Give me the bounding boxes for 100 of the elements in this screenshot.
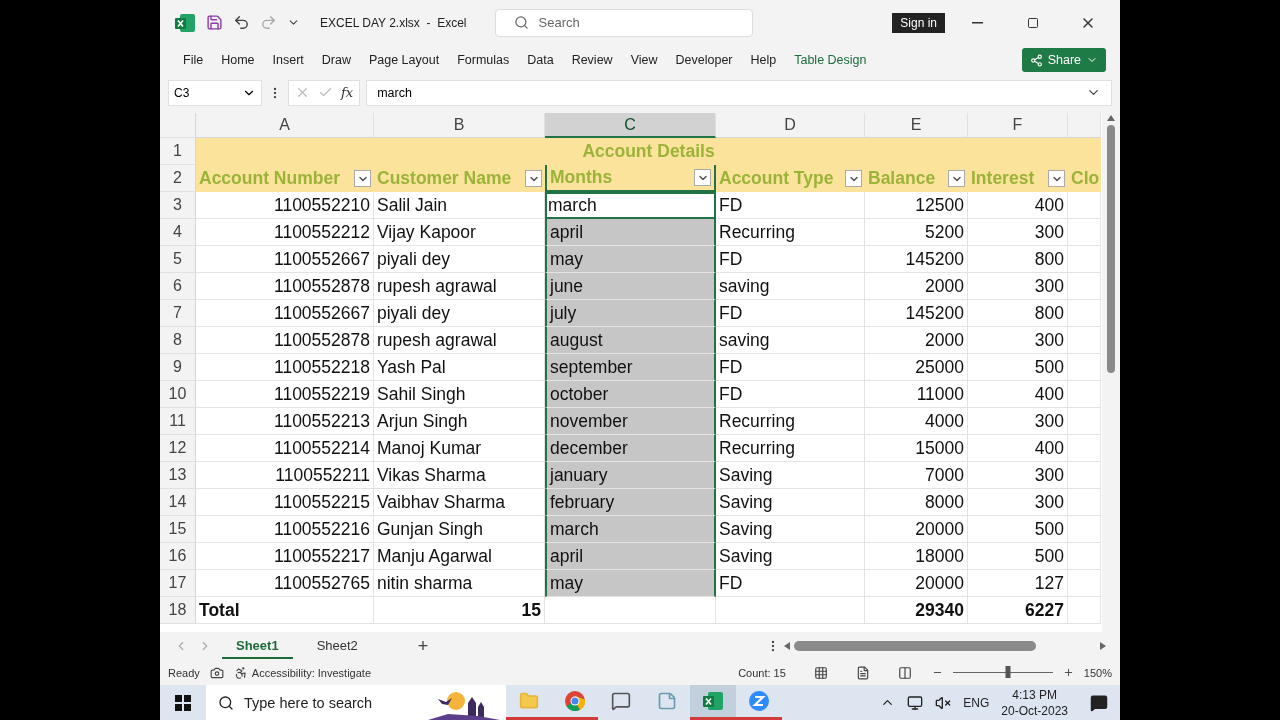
column-header[interactable]: F <box>968 113 1068 138</box>
table-cell: 500 <box>968 354 1068 381</box>
row-header[interactable]: 14 <box>160 489 196 516</box>
row-header[interactable]: 10 <box>160 381 196 408</box>
scroll-left-icon[interactable] <box>784 642 790 650</box>
row-header[interactable]: 6 <box>160 273 196 300</box>
filter-button[interactable] <box>525 170 542 187</box>
table-cell: 300 <box>968 489 1068 516</box>
ribbon-tab[interactable]: Formulas <box>448 49 519 71</box>
row-header[interactable]: 18 <box>160 597 196 624</box>
formula-field[interactable]: march <box>366 79 1112 106</box>
row-header[interactable]: 7 <box>160 300 196 327</box>
row-header[interactable]: 1 <box>160 138 196 165</box>
row-header[interactable]: 15 <box>160 516 196 543</box>
filter-button[interactable] <box>948 170 965 187</box>
table-cell: 12500 <box>865 192 968 219</box>
row-header[interactable]: 16 <box>160 543 196 570</box>
name-box[interactable]: C3 <box>168 79 262 106</box>
zoom-slider-thumb[interactable] <box>1005 666 1011 678</box>
column-header[interactable]: C <box>545 113 716 138</box>
add-sheet-button[interactable]: + <box>409 635 437 657</box>
filter-button[interactable] <box>1048 170 1065 187</box>
column-header[interactable]: E <box>865 113 968 138</box>
table-cell: 127 <box>968 570 1068 597</box>
table-cell: Yash Pal <box>374 354 545 381</box>
sheet-tab[interactable]: Sheet1 <box>222 633 293 659</box>
language-indicator[interactable]: ENG <box>963 695 990 710</box>
search-field[interactable]: Search <box>494 8 753 37</box>
filter-button[interactable] <box>354 170 371 187</box>
row-header[interactable]: 17 <box>160 570 196 597</box>
row-header[interactable]: 12 <box>160 435 196 462</box>
taskbar-search-field[interactable]: Type here to search <box>206 685 506 720</box>
scrollbar-thumb[interactable] <box>794 641 1036 651</box>
accessibility-status[interactable]: Accessibility: Investigate <box>251 666 371 679</box>
row-header[interactable]: 11 <box>160 408 196 435</box>
filter-button[interactable] <box>694 169 711 186</box>
save-icon[interactable] <box>206 14 223 31</box>
table-cell: 1100552213 <box>196 408 374 435</box>
scroll-up-icon[interactable] <box>1107 115 1115 121</box>
notifications-icon[interactable] <box>1090 693 1108 712</box>
page-break-icon[interactable] <box>897 665 912 680</box>
table-cell: 1100552667 <box>196 246 374 273</box>
table-cell: saving <box>716 273 865 300</box>
row-header[interactable]: 9 <box>160 354 196 381</box>
column-heading: Customer Name <box>374 165 545 192</box>
table-cell: 2000 <box>865 327 968 354</box>
table-title: Account Details <box>196 138 1101 165</box>
ribbon-tab[interactable]: Table Design <box>785 49 876 71</box>
row-header[interactable]: 4 <box>160 219 196 246</box>
table-cell: 1100552214 <box>196 435 374 462</box>
row-header[interactable]: 3 <box>160 192 196 219</box>
ribbon-tab[interactable]: Help <box>741 49 786 71</box>
row-header[interactable]: 13 <box>160 462 196 489</box>
row-header[interactable]: 8 <box>160 327 196 354</box>
insert-function-button[interactable]: fx <box>341 85 354 100</box>
taskbar-app[interactable] <box>690 685 736 720</box>
column-heading: Interest <box>968 165 1068 192</box>
table-cell: 1100552218 <box>196 354 374 381</box>
table-cell: nitin sharma <box>374 570 545 597</box>
zoom-level[interactable]: 150% <box>1083 666 1112 679</box>
filter-button[interactable] <box>845 170 862 187</box>
volume-icon[interactable] <box>935 694 952 711</box>
page-layout-icon[interactable] <box>855 665 870 680</box>
table-cell: 300 <box>968 408 1068 435</box>
ribbon-tab[interactable]: Developer <box>666 49 742 71</box>
normal-view-icon[interactable] <box>813 665 828 680</box>
search-icon <box>218 694 234 711</box>
camera-icon[interactable] <box>209 665 224 680</box>
sheet-tab[interactable]: Sheet2 <box>302 633 372 659</box>
table-cell: 20000 <box>865 570 968 597</box>
table-cell: 800 <box>968 300 1068 327</box>
zoom-in-icon[interactable] <box>1062 667 1074 678</box>
scrollbar-thumb[interactable] <box>1107 125 1115 373</box>
column-header[interactable]: D <box>716 113 865 138</box>
clock[interactable]: 4:13 PM 20-Oct-2023 <box>1001 686 1068 719</box>
table-cell: Recurring <box>716 408 865 435</box>
row-header[interactable]: 2 <box>160 165 196 192</box>
table-cell: FD <box>716 300 865 327</box>
ribbon-tab[interactable]: Insert <box>263 49 313 71</box>
table-cell: april <box>545 219 716 246</box>
row-header[interactable]: 5 <box>160 246 196 273</box>
count-text: Count: 15 <box>738 666 786 679</box>
table-cell: 300 <box>968 219 1068 246</box>
ribbon-tab[interactable]: Draw <box>312 49 360 71</box>
network-icon[interactable] <box>907 694 924 711</box>
table-cell: 6227 <box>968 597 1068 624</box>
ribbon-tab[interactable]: View <box>621 49 667 71</box>
ribbon-tab[interactable]: Page Layout <box>359 49 449 71</box>
sign-in-button[interactable]: Sign in <box>892 12 945 33</box>
undo-icon[interactable] <box>233 14 250 31</box>
ribbon-tab[interactable]: Review <box>562 49 622 71</box>
column-header[interactable]: B <box>374 113 545 138</box>
column-header[interactable]: A <box>196 113 374 138</box>
share-button[interactable]: Share <box>1021 48 1106 72</box>
excel-icon <box>702 690 724 712</box>
ribbon-tab[interactable]: File <box>174 49 213 71</box>
scroll-right-icon[interactable] <box>1100 642 1106 650</box>
excel-icon <box>174 11 196 34</box>
ribbon-tab[interactable]: Data <box>518 49 563 71</box>
ribbon-tab[interactable]: Home <box>212 49 264 71</box>
